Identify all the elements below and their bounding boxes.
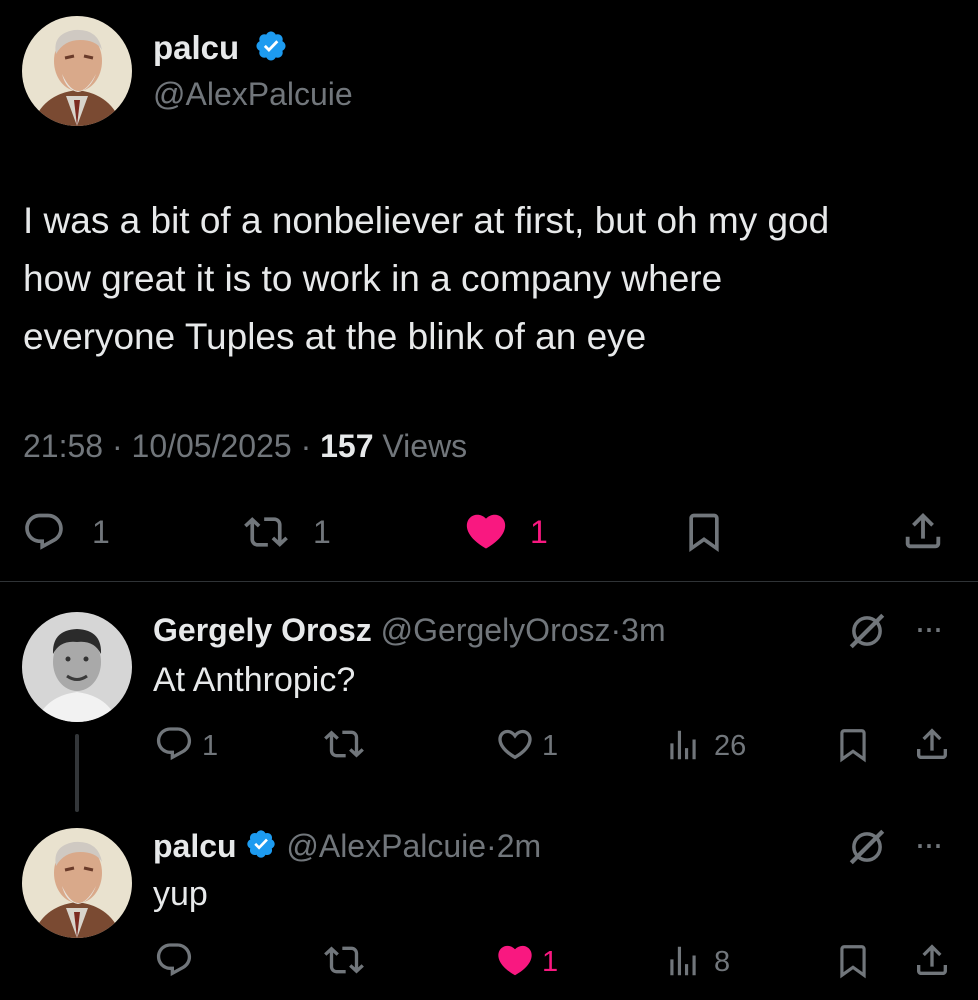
like-icon[interactable] <box>461 508 511 554</box>
more-options-icon[interactable]: ··· <box>914 824 944 864</box>
author-name[interactable]: palcu <box>153 28 288 72</box>
like-count[interactable]: 1 <box>542 728 558 764</box>
views-count[interactable]: 8 <box>714 944 730 980</box>
author-display-name[interactable]: palcu <box>153 29 239 66</box>
views-count[interactable]: 26 <box>714 728 746 764</box>
views-icon[interactable] <box>664 942 702 980</box>
more-options-icon[interactable]: ··· <box>914 608 944 648</box>
thread-line <box>75 734 79 812</box>
verified-badge-icon <box>254 29 288 72</box>
views-icon[interactable] <box>664 726 702 764</box>
author-handle[interactable]: @AlexPalcuie <box>286 828 486 864</box>
reply-icon[interactable] <box>22 510 66 554</box>
reply-header: palcu @AlexPalcuie·2m <box>153 826 541 869</box>
reply-header: Gergely Orosz @GergelyOrosz·3m <box>153 610 666 650</box>
tweet-text-line: how great it is to work in a company whe… <box>23 258 723 299</box>
like-count[interactable]: 1 <box>530 512 548 552</box>
repost-icon[interactable] <box>322 724 366 764</box>
meta-separator: · <box>486 828 497 864</box>
share-icon[interactable] <box>912 724 952 764</box>
divider <box>0 581 978 582</box>
share-icon[interactable] <box>900 508 946 554</box>
share-icon[interactable] <box>912 940 952 980</box>
views-count: 157 <box>320 428 374 464</box>
tweet-meta: 21:58 · 10/05/2025 · 157 Views <box>23 424 467 468</box>
avatar[interactable] <box>22 612 132 722</box>
like-count[interactable]: 1 <box>542 944 558 980</box>
meta-separator: · <box>610 612 622 648</box>
verified-badge-icon <box>245 828 277 869</box>
repost-icon[interactable] <box>322 940 366 980</box>
meta-separator: · <box>111 428 123 464</box>
author-handle[interactable]: @AlexPalcuie <box>153 74 353 114</box>
reply-count[interactable]: 1 <box>202 728 218 764</box>
author-display-name[interactable]: Gergely Orosz <box>153 612 372 648</box>
grok-icon[interactable] <box>846 826 888 868</box>
like-icon[interactable] <box>494 940 536 980</box>
repost-icon[interactable] <box>242 510 290 554</box>
author-display-name[interactable]: palcu <box>153 828 237 864</box>
bookmark-icon[interactable] <box>682 508 726 556</box>
bookmark-icon[interactable] <box>834 940 872 982</box>
author-handle[interactable]: @GergelyOrosz <box>381 612 611 648</box>
avatar[interactable] <box>22 828 132 938</box>
tweet-text-line: everyone Tuples at the blink of an eye <box>23 316 647 357</box>
tweet-text-line: I was a bit of a nonbeliever at first, b… <box>23 200 830 241</box>
like-outline-icon[interactable] <box>494 724 536 764</box>
reply-age[interactable]: 3m <box>621 612 665 648</box>
meta-separator: · <box>300 428 312 464</box>
tweet-time[interactable]: 21:58 <box>23 428 103 464</box>
reply-age[interactable]: 2m <box>497 828 541 864</box>
views-label: Views <box>382 428 468 464</box>
reply-icon[interactable] <box>154 724 194 764</box>
bookmark-icon[interactable] <box>834 724 872 766</box>
tweet-date[interactable]: 10/05/2025 <box>132 428 292 464</box>
avatar[interactable] <box>22 16 132 126</box>
reply-text: At Anthropic? <box>153 661 356 699</box>
tweet-text: I was a bit of a nonbeliever at first, b… <box>23 192 829 366</box>
reply-count[interactable]: 1 <box>92 512 110 552</box>
grok-icon[interactable] <box>846 610 888 652</box>
repost-count[interactable]: 1 <box>313 512 331 552</box>
reply-text: yup <box>153 875 208 913</box>
reply-icon[interactable] <box>154 940 194 980</box>
